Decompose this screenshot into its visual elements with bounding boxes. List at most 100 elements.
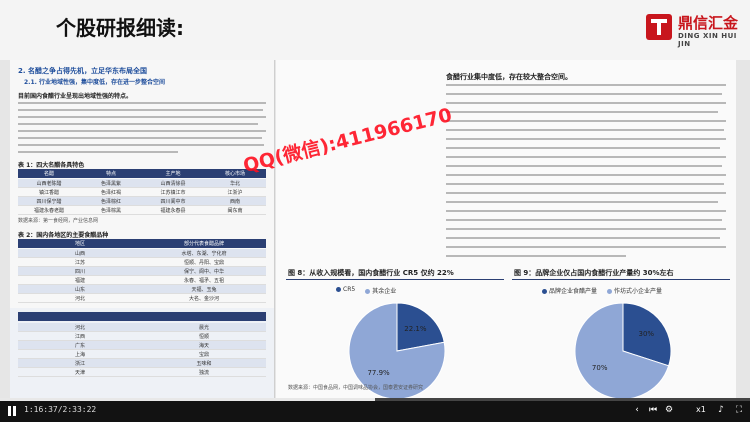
text-line [446, 111, 718, 113]
table-cell: 山西清徐县 [160, 180, 186, 187]
text-line [446, 174, 726, 176]
volume-icon[interactable]: ♪ [716, 406, 726, 415]
figure9-pie-chart: 30% 70% [574, 302, 672, 398]
pause-button[interactable] [7, 406, 17, 416]
table-cell: 保宁、阆中、中华 [183, 268, 224, 275]
text-line [18, 151, 178, 153]
subsection-heading: 2.1. 行业地域性强，集中度低，存在进一步整合空间 [24, 79, 165, 86]
table-cell: 五味和 [196, 360, 212, 367]
text-line [446, 84, 726, 86]
playback-speed-button[interactable]: x1 [696, 405, 706, 414]
table-cell: 福建永春老醋 [33, 207, 64, 214]
video-player-controls: 1:16:37/2:33:22 ‹ ⏮ ⚙ x1 ♪ ⛶ [0, 398, 750, 422]
legend-item: 作坊式小企业产量 [607, 286, 662, 295]
table1-header-cell: 主产地 [165, 171, 181, 177]
table-row: 四川 保宁、阆中、中华 [18, 267, 266, 276]
table-cell: 山西 [74, 250, 85, 257]
table-cell: 山西老陈醋 [36, 180, 62, 187]
figure-source: 数据来源：中国食品网，中国调味品协会，国泰君安证券研究 [288, 385, 424, 391]
legend-item: 品牌企业食醋产量 [542, 286, 597, 295]
text-line [446, 192, 726, 194]
table-cell: 广东 [74, 342, 85, 349]
table-row: 天津 独流 [18, 368, 266, 377]
table1-source: 数据来源：第一食经网，产业信息网 [18, 218, 99, 224]
table-cell: 色泽棕红 [100, 198, 121, 205]
table1-header-cell: 特点 [105, 171, 116, 177]
table-row: 福建永春老醋 色泽棕黑 福建永春县 闽东南 [18, 206, 266, 215]
settings-icon[interactable]: ⚙ [664, 406, 674, 415]
text-line [18, 109, 263, 111]
table-row: 河北 晨光 [18, 323, 266, 332]
table1-caption: 表 1：四大名醋各具特色 [18, 162, 85, 169]
table-cell: 河北 [74, 295, 85, 302]
figure8-legend: CR5 其余企业 [336, 286, 396, 295]
text-line [18, 137, 262, 139]
table-cell: 四川 [74, 268, 85, 275]
legend-item: 其余企业 [365, 286, 396, 295]
logo-subtitle: DING XIN HUI JIN [678, 32, 737, 48]
table-cell: 浙江 [74, 360, 85, 367]
figure8-pie-chart: 22.1% 77.9% [348, 302, 446, 398]
seek-bar[interactable] [0, 398, 750, 401]
legend-item: CR5 [336, 286, 355, 295]
table2-header-cell: 地区 [74, 241, 85, 247]
legend-swatch [542, 289, 547, 294]
table-cell: 镇江香醋 [38, 189, 59, 196]
legend-label: CR5 [343, 286, 356, 293]
legend-swatch [336, 287, 341, 292]
text-line [18, 144, 264, 146]
text-line [446, 237, 720, 239]
figure8-title: 图 8：从收入规模看，国内食醋行业 CR5 仅约 22% [288, 269, 454, 277]
table-cell: 晨光 [198, 324, 209, 331]
seek-bar-fill [0, 398, 375, 401]
table-row: 河北 大名、金沙河 [18, 294, 266, 303]
text-line [446, 129, 724, 131]
table-cell: 大名、金沙河 [188, 295, 219, 302]
table-cell: 永春、福矛、五祖 [183, 277, 224, 284]
logo-icon [646, 14, 672, 40]
legend-label: 品牌企业食醋产量 [549, 288, 598, 295]
table-cell: 江苏 [74, 259, 85, 266]
table-cell: 水塔、东湖、宁化府 [181, 250, 227, 257]
table-cell: 江西 [74, 333, 85, 340]
step-back-icon[interactable]: ⏮ [648, 406, 658, 415]
figure8-rule [286, 279, 504, 280]
table-cell: 恒顺、丹阳、宝鼎 [183, 259, 224, 266]
legend-label: 作坊式小企业产量 [614, 288, 663, 295]
report-left-page: 2. 名醋之争占得先机，立足华东布局全国 2.1. 行业地域性强，集中度低，存在… [10, 60, 275, 398]
table-row: 上海 宝鼎 [18, 350, 266, 359]
slide-header: 个股研报细读: 鼎信汇金 DING XIN HUI JIN [0, 0, 750, 60]
figure9-rule [512, 279, 730, 280]
slide-title: 个股研报细读: [56, 16, 184, 40]
legend-swatch [607, 289, 613, 294]
fullscreen-icon[interactable]: ⛶ [734, 406, 744, 415]
pie-slice-label: 22.1% [404, 325, 427, 333]
table-cell: 福建永春县 [160, 207, 186, 214]
table1-header: 名醋 特点 主产地 核心市场 [18, 169, 266, 178]
table2-header: 地区 部分代表食醋品牌 [18, 239, 266, 248]
table-cell: 华北 [229, 180, 240, 187]
table2-header-cell: 部分代表食醋品牌 [183, 241, 224, 247]
table-row: 广东 海天 [18, 341, 266, 350]
text-line [446, 156, 726, 158]
table-cell: 海天 [198, 342, 209, 349]
logo-name: 鼎信汇金 [678, 14, 739, 32]
text-line [446, 255, 626, 257]
table-cell: 江苏镇江市 [160, 189, 186, 196]
text-line [446, 93, 722, 95]
text-line [446, 183, 724, 185]
table-row: 浙江 五味和 [18, 359, 266, 368]
text-line [446, 201, 718, 203]
table-row: 镇江香醋 色泽红褐 江苏镇江市 江浙沪 [18, 188, 266, 197]
pie-slice-label: 77.9% [367, 369, 390, 377]
chevron-left-icon[interactable]: ‹ [632, 406, 642, 415]
text-line [446, 228, 726, 230]
table1-header-cell: 名醋 [43, 171, 54, 177]
pie-slice-label: 70% [592, 364, 608, 372]
table-row: 四川保宁醋 色泽棕红 四川阆中市 西南 [18, 197, 266, 206]
legend-swatch [365, 289, 371, 294]
table-cell: 宝鼎 [198, 351, 209, 358]
slide: 个股研报细读: 鼎信汇金 DING XIN HUI JIN 2. 名醋之争占得先… [0, 0, 750, 398]
table-row: 江苏 恒顺、丹阳、宝鼎 [18, 258, 266, 267]
table-cell: 色泽黑紫 [100, 180, 121, 187]
